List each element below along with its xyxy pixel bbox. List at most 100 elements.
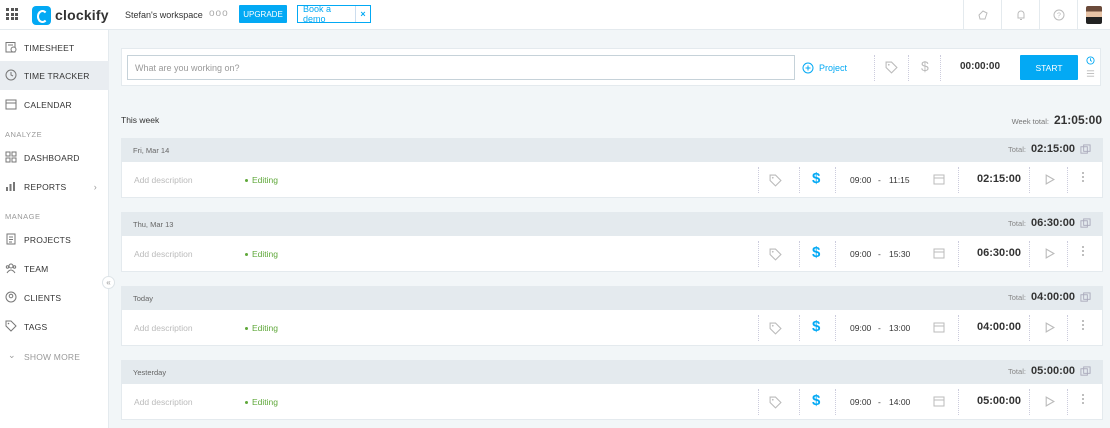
divider <box>758 389 759 415</box>
avatar[interactable] <box>1077 0 1110 30</box>
sidebar: TIMESHEET TIME TRACKER CALENDAR ANALYZE … <box>0 30 109 428</box>
divider <box>940 55 941 81</box>
entry-project[interactable]: Editing <box>245 175 278 185</box>
week-total: Week total: 21:05:00 <box>1012 113 1102 127</box>
project-dot-icon <box>245 326 248 330</box>
show-more-button[interactable]: ⌄ SHOW MORE <box>0 342 109 371</box>
play-icon[interactable] <box>1044 322 1055 333</box>
project-name: Editing <box>252 175 278 185</box>
entry-duration[interactable]: 06:30:00 <box>977 247 1021 259</box>
divider <box>1067 389 1068 415</box>
sidebar-item-label: DASHBOARD <box>24 152 80 163</box>
entry-start-time[interactable]: 09:00 <box>850 249 871 259</box>
more-options-icon[interactable] <box>1082 246 1084 256</box>
apps-grid-icon[interactable] <box>6 8 18 20</box>
tag-icon[interactable] <box>769 248 782 261</box>
tags-icon <box>5 320 17 332</box>
entry-project[interactable]: Editing <box>245 249 278 259</box>
help-icon[interactable]: ? <box>1039 0 1077 30</box>
entry-project[interactable]: Editing <box>245 323 278 333</box>
sidebar-item-clients[interactable]: CLIENTS <box>0 283 109 312</box>
day-date: Yesterday <box>133 367 167 377</box>
calendar-icon <box>5 99 17 110</box>
play-icon[interactable] <box>1044 174 1055 185</box>
calendar-icon[interactable] <box>933 395 945 407</box>
entry-duration[interactable]: 05:00:00 <box>977 395 1021 407</box>
workspace-menu-icon[interactable]: ooo <box>209 8 229 19</box>
play-icon[interactable] <box>1044 248 1055 259</box>
whats-new-icon[interactable] <box>963 0 1001 30</box>
sidebar-item-tags[interactable]: TAGS <box>0 312 109 341</box>
billable-icon[interactable]: $ <box>812 318 820 335</box>
billable-icon[interactable]: $ <box>812 244 820 261</box>
collapse-sidebar-icon[interactable]: « <box>102 276 115 289</box>
calendar-icon[interactable] <box>933 173 945 185</box>
calendar-icon[interactable] <box>933 321 945 333</box>
sidebar-item-reports[interactable]: REPORTS › <box>0 172 109 201</box>
entry-end-time[interactable]: 14:00 <box>889 397 910 407</box>
billable-icon[interactable]: $ <box>812 392 820 409</box>
sidebar-item-time-tracker[interactable]: TIME TRACKER <box>0 61 109 90</box>
divider <box>958 315 959 341</box>
billable-icon[interactable]: $ <box>812 170 820 187</box>
upgrade-button[interactable]: UPGRADE <box>239 5 287 23</box>
play-icon[interactable] <box>1044 396 1055 407</box>
logo[interactable]: clockify <box>32 5 109 25</box>
sidebar-item-dashboard[interactable]: DASHBOARD <box>0 143 109 172</box>
tag-icon[interactable] <box>885 61 898 74</box>
entry-end-time[interactable]: 13:00 <box>889 323 910 333</box>
divider <box>799 315 800 341</box>
divider <box>835 167 836 193</box>
entry-description[interactable]: Add description <box>134 397 193 407</box>
bulk-edit-icon[interactable] <box>1080 365 1091 377</box>
sidebar-item-label: TAGS <box>24 321 48 332</box>
entry-project[interactable]: Editing <box>245 397 278 407</box>
more-options-icon[interactable] <box>1082 320 1084 330</box>
entry-duration[interactable]: 02:15:00 <box>977 173 1021 185</box>
book-demo-link[interactable]: Book a demo <box>298 4 355 24</box>
more-options-icon[interactable] <box>1082 172 1084 182</box>
tag-icon[interactable] <box>769 322 782 335</box>
entry-end-time[interactable]: 15:30 <box>889 249 910 259</box>
bulk-edit-icon[interactable] <box>1080 143 1091 155</box>
day-total: Total: 02:15:00 <box>1008 143 1091 155</box>
clients-icon <box>5 291 17 303</box>
calendar-icon[interactable] <box>933 247 945 259</box>
sidebar-item-calendar[interactable]: CALENDAR <box>0 90 109 119</box>
bulk-edit-icon[interactable] <box>1080 217 1091 229</box>
entry-start-time[interactable]: 09:00 <box>850 323 871 333</box>
tag-icon[interactable] <box>769 174 782 187</box>
time-separator: - <box>878 323 881 333</box>
divider <box>799 241 800 267</box>
time-entry-row: Add description Editing $ 09:00 - 14:00 … <box>121 384 1103 420</box>
sidebar-item-team[interactable]: TEAM <box>0 254 109 283</box>
entry-end-time[interactable]: 11:15 <box>889 175 910 185</box>
entry-start-time[interactable]: 09:00 <box>850 175 871 185</box>
sidebar-item-timesheet[interactable]: TIMESHEET <box>0 33 109 62</box>
header-actions: ? <box>963 0 1110 30</box>
divider <box>874 55 875 81</box>
description-input[interactable]: What are you working on? <box>127 55 795 80</box>
day-group: Today Total: 04:00:00 Add description Ed… <box>121 286 1103 346</box>
bell-icon[interactable] <box>1001 0 1039 30</box>
entry-start-time[interactable]: 09:00 <box>850 397 871 407</box>
project-picker[interactable]: Project <box>802 62 847 74</box>
divider <box>799 167 800 193</box>
sidebar-item-label: CALENDAR <box>24 99 72 110</box>
bulk-edit-icon[interactable] <box>1080 291 1091 303</box>
day-total: Total: 05:00:00 <box>1008 365 1091 377</box>
manual-mode-icon[interactable] <box>1086 69 1095 78</box>
billable-icon[interactable]: $ <box>921 58 929 74</box>
entry-description[interactable]: Add description <box>134 323 193 333</box>
entry-duration[interactable]: 04:00:00 <box>977 321 1021 333</box>
workspace-name[interactable]: Stefan's workspace <box>125 10 203 20</box>
start-button[interactable]: START <box>1020 55 1078 80</box>
tag-icon[interactable] <box>769 396 782 409</box>
timer-mode-icon[interactable] <box>1086 56 1095 65</box>
more-options-icon[interactable] <box>1082 394 1084 404</box>
sidebar-item-projects[interactable]: PROJECTS <box>0 225 109 254</box>
entry-description[interactable]: Add description <box>134 175 193 185</box>
day-total-label: Total: <box>1008 144 1026 154</box>
entry-description[interactable]: Add description <box>134 249 193 259</box>
close-icon[interactable]: × <box>355 6 370 22</box>
